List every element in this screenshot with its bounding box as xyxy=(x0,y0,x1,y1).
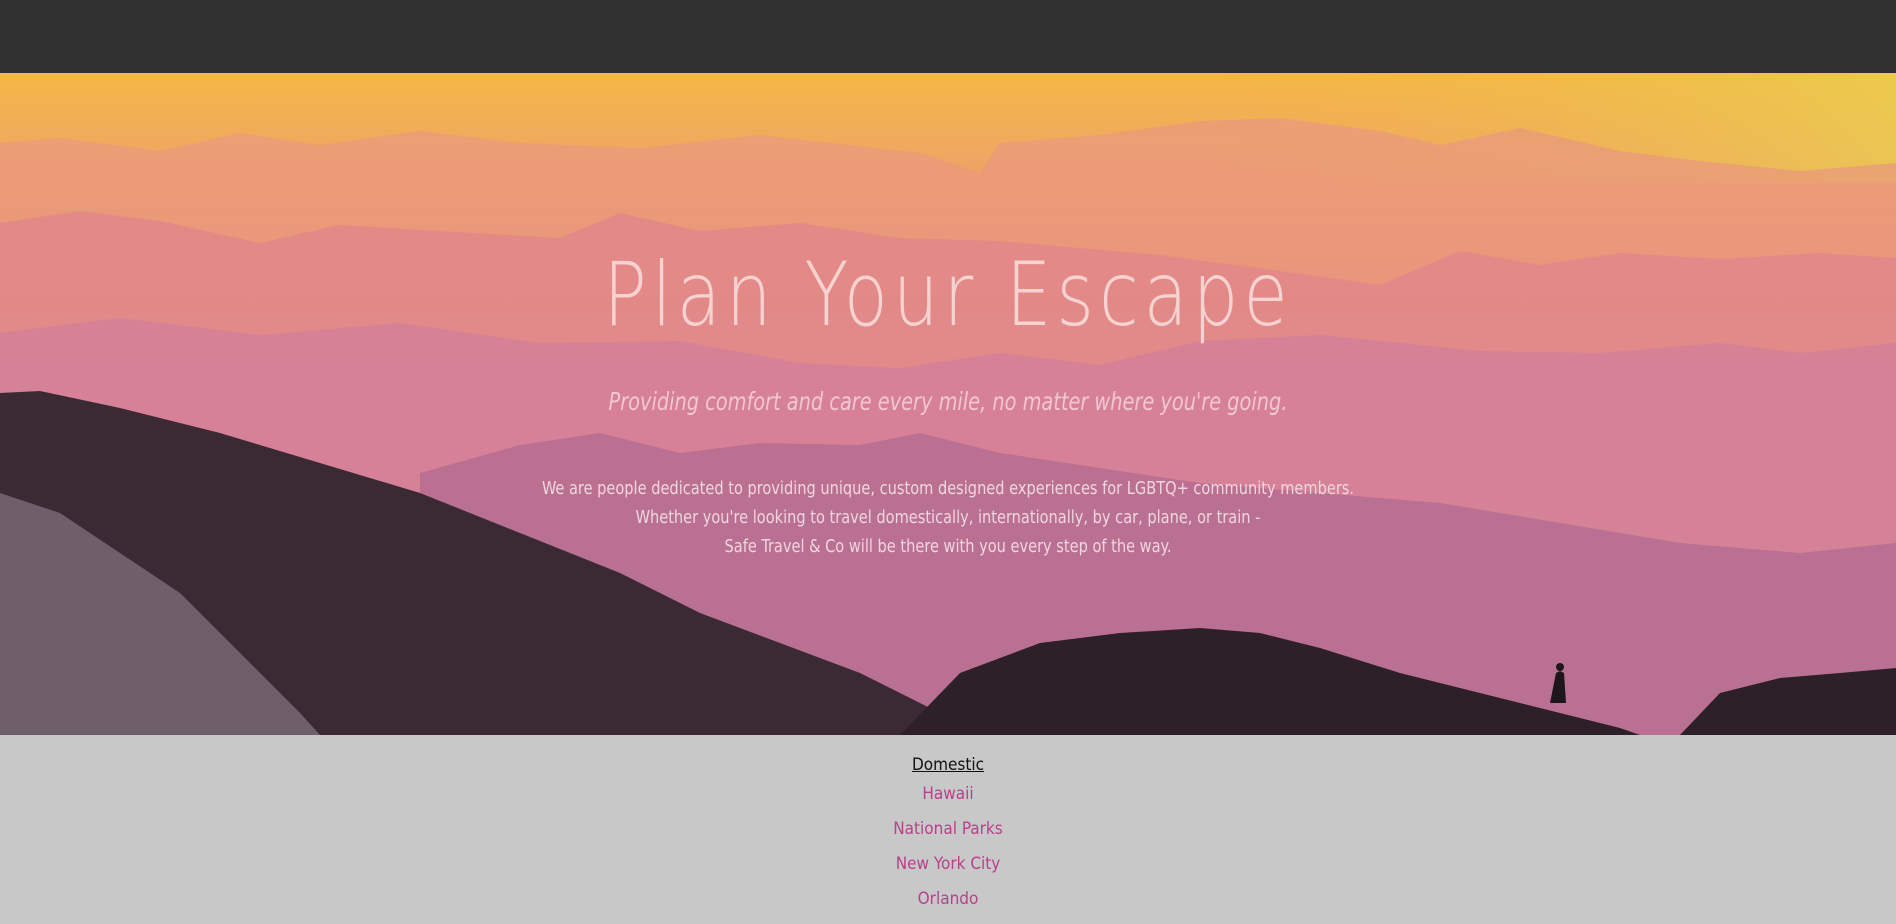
destinations-menu: Domestic Hawaii National Parks New York … xyxy=(0,735,1896,914)
hero-description-line: Whether you're looking to travel domesti… xyxy=(635,507,1261,528)
hero-description-line: Safe Travel & Co will be there with you … xyxy=(724,536,1172,557)
hero-description-line: We are people dedicated to providing uni… xyxy=(541,478,1355,499)
hero-description: We are people dedicated to providing uni… xyxy=(95,474,1801,561)
menu-link-orlando[interactable]: Orlando xyxy=(0,889,1896,924)
hero-section: Plan Your Escape Providing comfort and c… xyxy=(0,73,1896,735)
menu-link-new-york-city[interactable]: New York City xyxy=(0,854,1896,889)
menu-heading-domestic[interactable]: Domestic xyxy=(0,755,1896,775)
hero-subtitle: Providing comfort and care every mile, n… xyxy=(608,387,1288,416)
domestic-destinations-list: Hawaii National Parks New York City Orla… xyxy=(0,784,1896,924)
hero-title: Plan Your Escape xyxy=(603,243,1293,346)
menu-link-hawaii[interactable]: Hawaii xyxy=(0,784,1896,819)
top-navbar xyxy=(0,0,1896,73)
menu-link-national-parks[interactable]: National Parks xyxy=(0,819,1896,854)
